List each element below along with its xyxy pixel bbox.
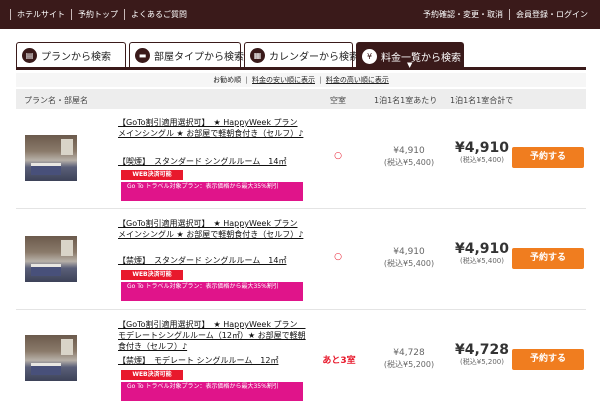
plan-name-link[interactable]: 【GoTo割引適用選択可】 ★ HappyWeek プラン モデレートシングルル… bbox=[118, 319, 308, 352]
price-per-tax: (税込¥5,200) bbox=[383, 360, 435, 369]
reservation-top-link[interactable]: 予約トップ bbox=[72, 9, 125, 20]
plan-icon: ▤ bbox=[22, 47, 37, 63]
price-per-person: ¥4,910 (税込¥5,400) bbox=[374, 247, 444, 269]
faq-link[interactable]: よくあるご質問 bbox=[125, 9, 193, 20]
price-total: ¥4,910 (税込¥5,400) bbox=[446, 140, 518, 166]
vacancy-status: ○ bbox=[334, 252, 342, 262]
price-per-value: ¥4,728 bbox=[393, 348, 425, 358]
tab-label: カレンダーから検索 bbox=[269, 51, 359, 63]
top-nav-left: ホテルサイト 予約トップ よくあるご質問 bbox=[10, 9, 193, 20]
table-header: プラン名・部屋名 空室 1泊1名1室あたり 1泊1名1室合計で bbox=[16, 89, 586, 109]
goto-travel-badge: Go To トラベル対象プラン：表示価格から最大35%割引 bbox=[121, 282, 303, 301]
plan-name-link[interactable]: 【GoTo割引適用選択可】 ★ HappyWeek プラン メインシングル ★ … bbox=[118, 117, 308, 139]
web-payment-badge: WEB決済可能 bbox=[121, 170, 183, 180]
room-photo[interactable] bbox=[25, 236, 77, 282]
table-row: 【GoTo割引適用選択可】 ★ HappyWeek プラン メインシングル ★ … bbox=[16, 109, 586, 209]
sort-price-low[interactable]: 料金の安い順に表示 bbox=[252, 76, 315, 84]
price-total-value: ¥4,910 bbox=[454, 241, 510, 257]
tab-plan-search[interactable]: ▤ プランから検索 bbox=[16, 42, 126, 67]
book-button[interactable]: 予約する bbox=[512, 147, 584, 168]
price-per-person: ¥4,910 (税込¥5,400) bbox=[374, 146, 444, 168]
book-button[interactable]: 予約する bbox=[512, 248, 584, 269]
caret-down-icon: ▼ bbox=[407, 61, 413, 69]
price-per-value: ¥4,910 bbox=[393, 146, 425, 156]
yen-icon: ¥ bbox=[362, 49, 377, 64]
vacancy-status: ○ bbox=[334, 151, 342, 161]
price-per-tax: (税込¥5,400) bbox=[383, 158, 435, 167]
price-total: ¥4,728 (税込¥5,200) bbox=[446, 342, 518, 368]
price-total-tax: (税込¥5,400) bbox=[460, 257, 504, 265]
goto-travel-badge: Go To トラベル対象プラン：表示価格から最大35%割引 bbox=[121, 382, 303, 401]
top-nav-bar: ホテルサイト 予約トップ よくあるご質問 予約確認・変更・取消 会員登録・ログイ… bbox=[0, 0, 600, 29]
price-total-tax: (税込¥5,400) bbox=[460, 156, 504, 164]
table-row: 【GoTo割引適用選択可】 ★ HappyWeek プラン メインシングル ★ … bbox=[16, 210, 586, 310]
room-type-link[interactable]: 【禁煙】 モデレート シングルルーム 12㎡ bbox=[118, 355, 278, 366]
member-login-link[interactable]: 会員登録・ログイン bbox=[510, 9, 594, 20]
price-per-person: ¥4,728 (税込¥5,200) bbox=[374, 348, 444, 370]
goto-travel-badge: Go To トラベル対象プラン：表示価格から最大35%割引 bbox=[121, 182, 303, 201]
sort-price-high[interactable]: 料金の高い順に表示 bbox=[326, 76, 389, 84]
price-total: ¥4,910 (税込¥5,400) bbox=[446, 241, 518, 267]
booking-manage-link[interactable]: 予約確認・変更・取消 bbox=[417, 9, 510, 20]
tab-label: 料金一覧から検索 bbox=[381, 53, 461, 64]
search-tabs: ▤ プランから検索 ▬ 部屋タイプから検索 ▦ カレンダーから検索 ¥ 料金一覧… bbox=[16, 42, 586, 70]
table-row: 【GoTo割引適用選択可】 ★ HappyWeek プラン モデレートシングルル… bbox=[16, 311, 586, 401]
bed-icon: ▬ bbox=[135, 47, 150, 63]
sort-recommended[interactable]: お勧め順 bbox=[213, 76, 241, 84]
price-per-value: ¥4,910 bbox=[393, 247, 425, 257]
calendar-icon: ▦ bbox=[250, 47, 265, 63]
room-type-link[interactable]: 【禁煙】 スタンダード シングルルーム 14㎡ bbox=[118, 255, 286, 266]
top-nav-right: 予約確認・変更・取消 会員登録・ログイン bbox=[417, 9, 594, 20]
web-payment-badge: WEB決済可能 bbox=[121, 370, 183, 380]
room-photo[interactable] bbox=[25, 335, 77, 381]
tab-price-list-search[interactable]: ¥ 料金一覧から検索 ▼ bbox=[356, 42, 464, 70]
col-vacancy: 空室 bbox=[330, 96, 346, 105]
price-per-tax: (税込¥5,400) bbox=[383, 259, 435, 268]
sort-bar: お勧め順 | 料金の安い順に表示 | 料金の高い順に表示 bbox=[16, 73, 586, 87]
col-price-per: 1泊1名1室あたり bbox=[374, 96, 438, 105]
plan-name-link[interactable]: 【GoTo割引適用選択可】 ★ HappyWeek プラン メインシングル ★ … bbox=[118, 218, 308, 240]
tab-room-type-search[interactable]: ▬ 部屋タイプから検索 bbox=[129, 42, 244, 67]
price-total-value: ¥4,910 bbox=[454, 140, 510, 156]
sort-separator: | bbox=[319, 76, 322, 84]
tab-calendar-search[interactable]: ▦ カレンダーから検索 bbox=[244, 42, 359, 67]
hotel-site-link[interactable]: ホテルサイト bbox=[10, 9, 72, 20]
col-price-total: 1泊1名1室合計で bbox=[450, 96, 514, 105]
sort-separator: | bbox=[245, 76, 248, 84]
room-type-link[interactable]: 【喫煙】 スタンダード シングルルーム 14㎡ bbox=[118, 156, 286, 167]
price-total-value: ¥4,728 bbox=[454, 342, 510, 358]
tab-label: プランから検索 bbox=[41, 51, 111, 63]
book-button[interactable]: 予約する bbox=[512, 349, 584, 370]
web-payment-badge: WEB決済可能 bbox=[121, 270, 183, 280]
price-total-tax: (税込¥5,200) bbox=[460, 358, 504, 366]
room-photo[interactable] bbox=[25, 135, 77, 181]
col-plan-room: プラン名・部屋名 bbox=[24, 96, 88, 105]
vacancy-status: あと3室 bbox=[322, 356, 356, 366]
tab-label: 部屋タイプから検索 bbox=[154, 51, 244, 63]
